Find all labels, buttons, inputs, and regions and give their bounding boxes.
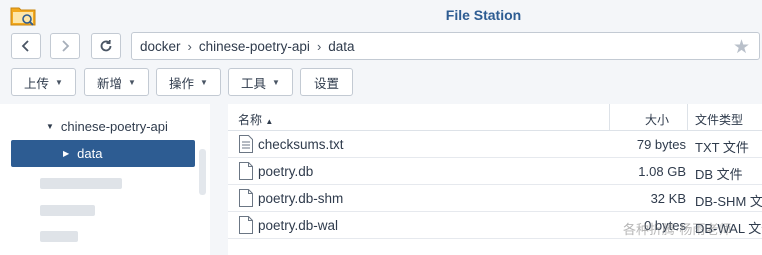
column-header-size[interactable]: 大小 [645, 111, 669, 128]
file-size: 79 bytes [636, 137, 686, 152]
redacted-folder [40, 205, 95, 216]
table-row[interactable]: checksums.txt 79 bytes TXT 文件 [228, 131, 762, 158]
breadcrumb-separator: › [316, 38, 322, 54]
table-row[interactable]: poetry.db-shm 32 KB DB-SHM 文件 [228, 185, 762, 212]
caret-down-icon: ▼ [128, 77, 136, 87]
file-name: poetry.db-shm [258, 191, 344, 206]
breadcrumb-separator: › [187, 38, 192, 54]
tree-item-label: data [77, 146, 103, 161]
tree-item-data[interactable]: ▶ data [11, 140, 195, 167]
settings-button[interactable]: 设置 [300, 68, 353, 96]
star-icon[interactable]: ★ [733, 36, 750, 59]
folder-tree: ▼ chinese-poetry-api ▶ data [0, 104, 210, 255]
caret-down-icon: ▼ [272, 77, 280, 87]
file-type: DB-SHM 文件 [695, 194, 762, 209]
action-button[interactable]: 操作 ▼ [156, 68, 221, 96]
column-divider[interactable] [687, 104, 688, 131]
tree-item-chinese-poetry-api[interactable]: ▼ chinese-poetry-api [11, 113, 195, 140]
redacted-folder [40, 231, 78, 242]
redacted-folder [40, 178, 122, 189]
file-size: 32 KB [650, 191, 686, 206]
window-title: File Station [445, 7, 522, 23]
column-header-name[interactable]: 名称 ▲ [238, 111, 273, 128]
file-icon [239, 162, 253, 180]
file-name: poetry.db-wal [258, 218, 339, 233]
list-header: 名称 ▲ 大小 文件类型 [228, 104, 762, 131]
chevron-left-icon [21, 40, 29, 52]
tree-scrollbar[interactable] [199, 149, 206, 195]
tools-label: 工具 [241, 76, 267, 91]
chevron-right-icon [62, 40, 70, 52]
table-row[interactable]: poetry.db 1.08 GB DB 文件 [228, 158, 762, 185]
caret-down-icon: ▼ [55, 77, 63, 87]
tools-button[interactable]: 工具 ▼ [228, 68, 293, 96]
settings-label: 设置 [313, 76, 339, 91]
column-divider[interactable] [609, 104, 610, 131]
create-button[interactable]: 新增 ▼ [84, 68, 149, 96]
sort-asc-icon: ▲ [265, 117, 274, 126]
back-button[interactable] [11, 33, 41, 59]
file-icon [239, 189, 253, 207]
tree-item-label: chinese-poetry-api [60, 119, 168, 134]
column-header-type[interactable]: 文件类型 [695, 111, 743, 128]
file-name: poetry.db [258, 164, 314, 179]
action-label: 操作 [169, 76, 195, 91]
file-size: 1.08 GB [638, 164, 686, 179]
create-label: 新增 [97, 76, 123, 91]
path-bar[interactable]: docker › chinese-poetry-api › data ★ [131, 32, 760, 60]
refresh-icon [100, 39, 112, 52]
upload-button[interactable]: 上传 ▼ [11, 68, 76, 96]
text-file-icon [239, 135, 253, 153]
forward-button[interactable] [50, 33, 80, 59]
refresh-button[interactable] [91, 33, 121, 59]
file-icon [239, 216, 253, 234]
upload-label: 上传 [24, 76, 50, 91]
caret-right-icon[interactable]: ▶ [63, 149, 69, 158]
file-type: TXT 文件 [695, 140, 749, 155]
caret-down-icon[interactable]: ▼ [46, 122, 54, 131]
title-bar: File Station [0, 0, 762, 30]
breadcrumb-docker[interactable]: docker [140, 39, 181, 54]
breadcrumb-data[interactable]: data [328, 39, 354, 54]
caret-down-icon: ▼ [200, 77, 208, 87]
file-name: checksums.txt [258, 137, 344, 152]
file-type: DB 文件 [695, 167, 743, 182]
breadcrumb-chinese-poetry-api[interactable]: chinese-poetry-api [199, 39, 310, 54]
watermark: 各种折腾·杨雨老师 [623, 222, 732, 237]
